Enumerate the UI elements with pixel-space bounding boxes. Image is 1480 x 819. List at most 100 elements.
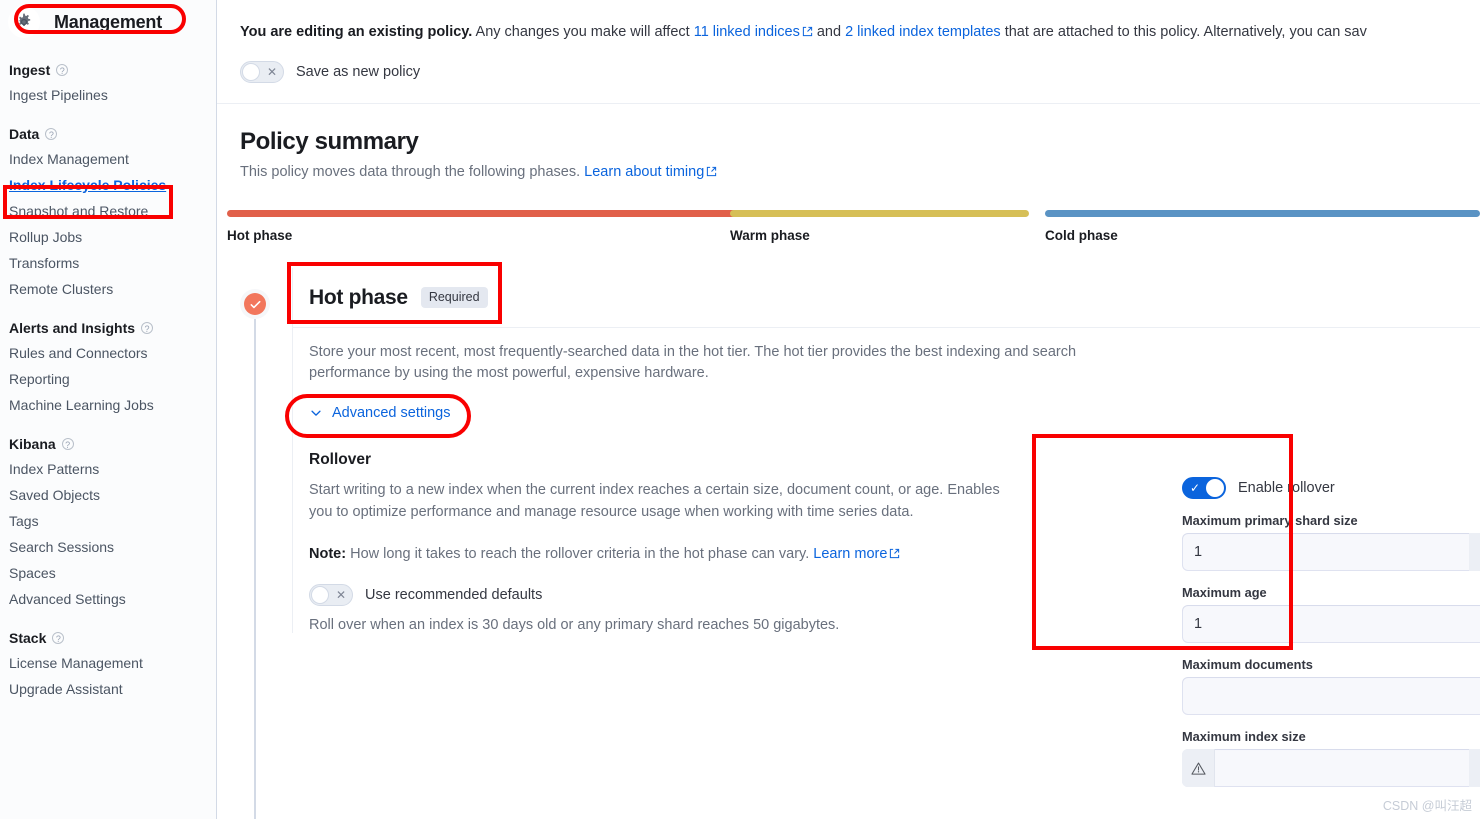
phase-label: Hot phase [227, 228, 293, 243]
sidebar-item-remote-clusters[interactable]: Remote Clusters [0, 276, 216, 302]
sidebar-item-index-patterns[interactable]: Index Patterns [0, 456, 216, 482]
help-icon[interactable]: ? [45, 128, 58, 140]
use-recommended-defaults-toggle[interactable]: ✕ [309, 584, 353, 606]
phase-timeline: Hot phase Warm phase Cold phase [217, 210, 1480, 256]
sidebar-item-saved-objects[interactable]: Saved Objects [0, 482, 216, 508]
sidebar-item-ingest-pipelines[interactable]: Ingest Pipelines [0, 82, 216, 108]
sidebar: Management Ingest? Ingest Pipelines Data? I… [0, 0, 217, 819]
policy-summary-text: This policy moves data through the follo… [240, 164, 581, 180]
sidebar-item-upgrade-assistant[interactable]: Upgrade Assistant [0, 676, 216, 702]
sidebar-group-title: Alerts and Insights? [0, 316, 216, 340]
rollover-form: ✓ Enable rollover Maximum primary shard … [1182, 477, 1480, 787]
learn-about-timing-link[interactable]: Learn about timing [584, 164, 704, 180]
warning-icon [1182, 749, 1215, 787]
linked-indices-link[interactable]: 11 linked indices [694, 24, 800, 40]
required-badge: Required [420, 287, 488, 308]
enable-rollover-toggle[interactable]: ✓ [1182, 477, 1226, 499]
sidebar-group-label: Ingest [9, 62, 51, 78]
editing-policy-callout: You are editing an existing policy. Any … [217, 0, 1480, 43]
sidebar-group-title: Stack? [0, 626, 216, 650]
close-icon: ✕ [266, 65, 277, 79]
sidebar-item-index-management[interactable]: Index Management [0, 146, 216, 172]
sidebar-item-tags[interactable]: Tags [0, 508, 216, 534]
main-content: You are editing an existing policy. Any … [217, 0, 1480, 819]
external-link-icon [889, 547, 900, 563]
save-as-new-policy-row: ✕ Save as new policy [217, 43, 1480, 83]
toggle-knob [242, 63, 260, 81]
hot-phase-description: Store your most recent, most frequently-… [309, 344, 1077, 381]
linked-templates-link[interactable]: 2 linked index templates [845, 24, 1001, 40]
field-input[interactable] [1182, 533, 1470, 571]
sidebar-group-label: Alerts and Insights [9, 320, 136, 336]
rollover-heading: Rollover [309, 451, 372, 468]
enable-rollover-row: ✓ Enable rollover [1182, 477, 1480, 499]
field-input[interactable] [1182, 677, 1480, 715]
hot-phase-card: Hot phase Required Store your most recen… [292, 268, 1480, 787]
help-icon[interactable]: ? [52, 632, 65, 644]
external-link-icon [802, 23, 813, 43]
field-control: gigabytes [1182, 749, 1480, 787]
field-input[interactable] [1182, 605, 1480, 643]
callout-text-1: Any changes you make will affect [472, 24, 694, 40]
form-field: Maximum age days [1182, 585, 1480, 643]
unit-select[interactable]: gigabytes [1469, 533, 1480, 571]
sidebar-group-label: Kibana [9, 436, 56, 452]
sidebar-group-title: Ingest? [0, 58, 216, 82]
timeline-connector [254, 319, 256, 819]
toggle-knob [311, 586, 329, 604]
hot-phase-body: Store your most recent, most frequently-… [293, 328, 1480, 787]
advanced-settings-button[interactable]: Advanced settings [309, 405, 451, 421]
chevron-down-icon [309, 406, 323, 420]
phase-bar [730, 210, 1029, 217]
hot-phase-block: Hot phase Required Store your most recen… [217, 268, 1480, 819]
sidebar-group: Data? Index Management Index Lifecycle Pol… [0, 122, 216, 302]
sidebar-item-snapshot-and-restore[interactable]: Snapshot and Restore [0, 198, 216, 224]
page-title: Policy summary [240, 128, 419, 155]
sidebar-group: Alerts and Insights? Rules and Connectors… [0, 316, 216, 418]
help-icon[interactable]: ? [61, 438, 74, 450]
help-icon[interactable]: ? [141, 322, 154, 334]
sidebar-group-label: Stack [9, 630, 47, 646]
field-control [1182, 677, 1480, 715]
field-control: days [1182, 605, 1480, 643]
rollover-section: Rollover Start writing to a new index wh… [309, 451, 1480, 787]
sidebar-group-label: Data [9, 126, 40, 142]
use-recommended-defaults-label: Use recommended defaults [365, 587, 543, 603]
save-as-new-policy-label: Save as new policy [296, 64, 421, 80]
sidebar-item-transforms[interactable]: Transforms [0, 250, 216, 276]
field-label: Maximum primary shard size [1182, 513, 1358, 528]
sidebar-item-license-management[interactable]: License Management [0, 650, 216, 676]
sidebar-item-machine-learning-jobs[interactable]: Machine Learning Jobs [0, 392, 216, 418]
unit-select[interactable]: gigabytes [1469, 749, 1480, 787]
sidebar-item-advanced-settings[interactable]: Advanced Settings [0, 586, 216, 612]
save-as-new-policy-toggle[interactable]: ✕ [240, 61, 284, 83]
sidebar-group-title: Kibana? [0, 432, 216, 456]
sidebar-group: Kibana? Index Patterns Saved Objects Tags Se… [0, 432, 216, 612]
rollover-note-label: Note: [309, 546, 347, 562]
close-icon: ✕ [335, 588, 346, 602]
phase-label: Cold phase [1045, 228, 1118, 243]
sidebar-header: Management [0, 0, 216, 44]
field-control: gigabytes [1182, 533, 1480, 571]
sidebar-item-reporting[interactable]: Reporting [0, 366, 216, 392]
sidebar-group-title: Data? [0, 122, 216, 146]
help-icon[interactable]: ? [56, 64, 69, 76]
field-label: Maximum index size [1182, 729, 1306, 744]
external-link-icon [706, 165, 717, 181]
sidebar-group: Ingest? Ingest Pipelines [0, 58, 216, 108]
hot-phase-header: Hot phase Required [293, 268, 1480, 328]
field-input[interactable] [1215, 749, 1470, 787]
sidebar-item-rules-and-connectors[interactable]: Rules and Connectors [0, 340, 216, 366]
field-label: Maximum documents [1182, 657, 1313, 672]
rollover-description: Start writing to a new index when the cu… [309, 482, 1000, 520]
check-icon: ✓ [1190, 481, 1201, 495]
watermark: CSDN @叫汪超 [1382, 799, 1472, 813]
field-label: Maximum age [1182, 585, 1267, 600]
callout-strong: You are editing an existing policy. [240, 24, 473, 40]
sidebar-item-search-sessions[interactable]: Search Sessions [0, 534, 216, 560]
page-root: Management Ingest? Ingest Pipelines Data? I… [0, 0, 1480, 819]
rollover-learn-more-link[interactable]: Learn more [813, 546, 887, 562]
sidebar-item-rollup-jobs[interactable]: Rollup Jobs [0, 224, 216, 250]
sidebar-item-index-lifecycle-policies[interactable]: Index Lifecycle Policies [0, 172, 216, 198]
sidebar-item-spaces[interactable]: Spaces [0, 560, 216, 586]
